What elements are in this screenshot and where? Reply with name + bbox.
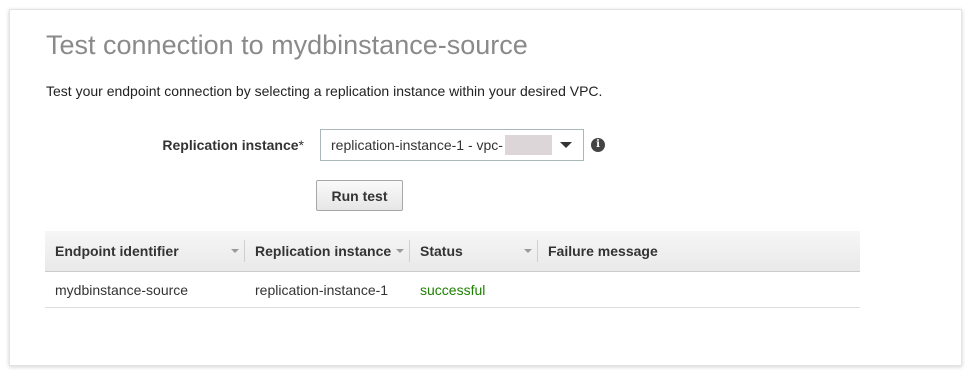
table-row: mydbinstance-source replication-instance… — [45, 272, 860, 308]
column-header-label: Status — [420, 243, 463, 259]
sort-caret-icon[interactable] — [231, 249, 239, 253]
column-header-label: Failure message — [548, 243, 658, 259]
replication-instance-select-value: replication-instance-1 - vpc- — [331, 137, 503, 153]
run-test-button[interactable]: Run test — [316, 180, 403, 211]
page-description: Test your endpoint connection by selecti… — [46, 83, 603, 99]
sort-caret-icon[interactable] — [396, 249, 404, 253]
cell-failure-message — [538, 272, 860, 308]
redacted-vpc-id — [505, 135, 552, 155]
info-icon[interactable]: i — [591, 138, 605, 152]
column-header-label: Endpoint identifier — [55, 243, 179, 259]
column-header-replication-instance[interactable]: Replication instance — [245, 231, 410, 272]
cell-status: successful — [420, 282, 486, 298]
replication-instance-label-text: Replication instance — [162, 137, 299, 153]
column-header-label: Replication instance — [255, 243, 392, 259]
replication-instance-label: Replication instance* — [162, 137, 304, 153]
test-connection-panel: Test connection to mydbinstance-source T… — [9, 9, 962, 366]
cell-replication-instance: replication-instance-1 — [255, 282, 389, 298]
caret-down-icon — [560, 142, 572, 148]
results-table: Endpoint identifier Replication instance… — [45, 231, 860, 308]
column-header-status[interactable]: Status — [410, 231, 538, 272]
replication-instance-select[interactable]: replication-instance-1 - vpc- — [320, 129, 584, 161]
table-header: Endpoint identifier Replication instance… — [45, 231, 860, 272]
column-header-failure-message[interactable]: Failure message — [538, 231, 860, 272]
cell-endpoint-identifier: mydbinstance-source — [55, 282, 189, 298]
page-title: Test connection to mydbinstance-source — [46, 30, 528, 60]
required-marker: * — [298, 137, 304, 153]
sort-caret-icon[interactable] — [524, 249, 532, 253]
column-header-endpoint-identifier[interactable]: Endpoint identifier — [45, 231, 245, 272]
